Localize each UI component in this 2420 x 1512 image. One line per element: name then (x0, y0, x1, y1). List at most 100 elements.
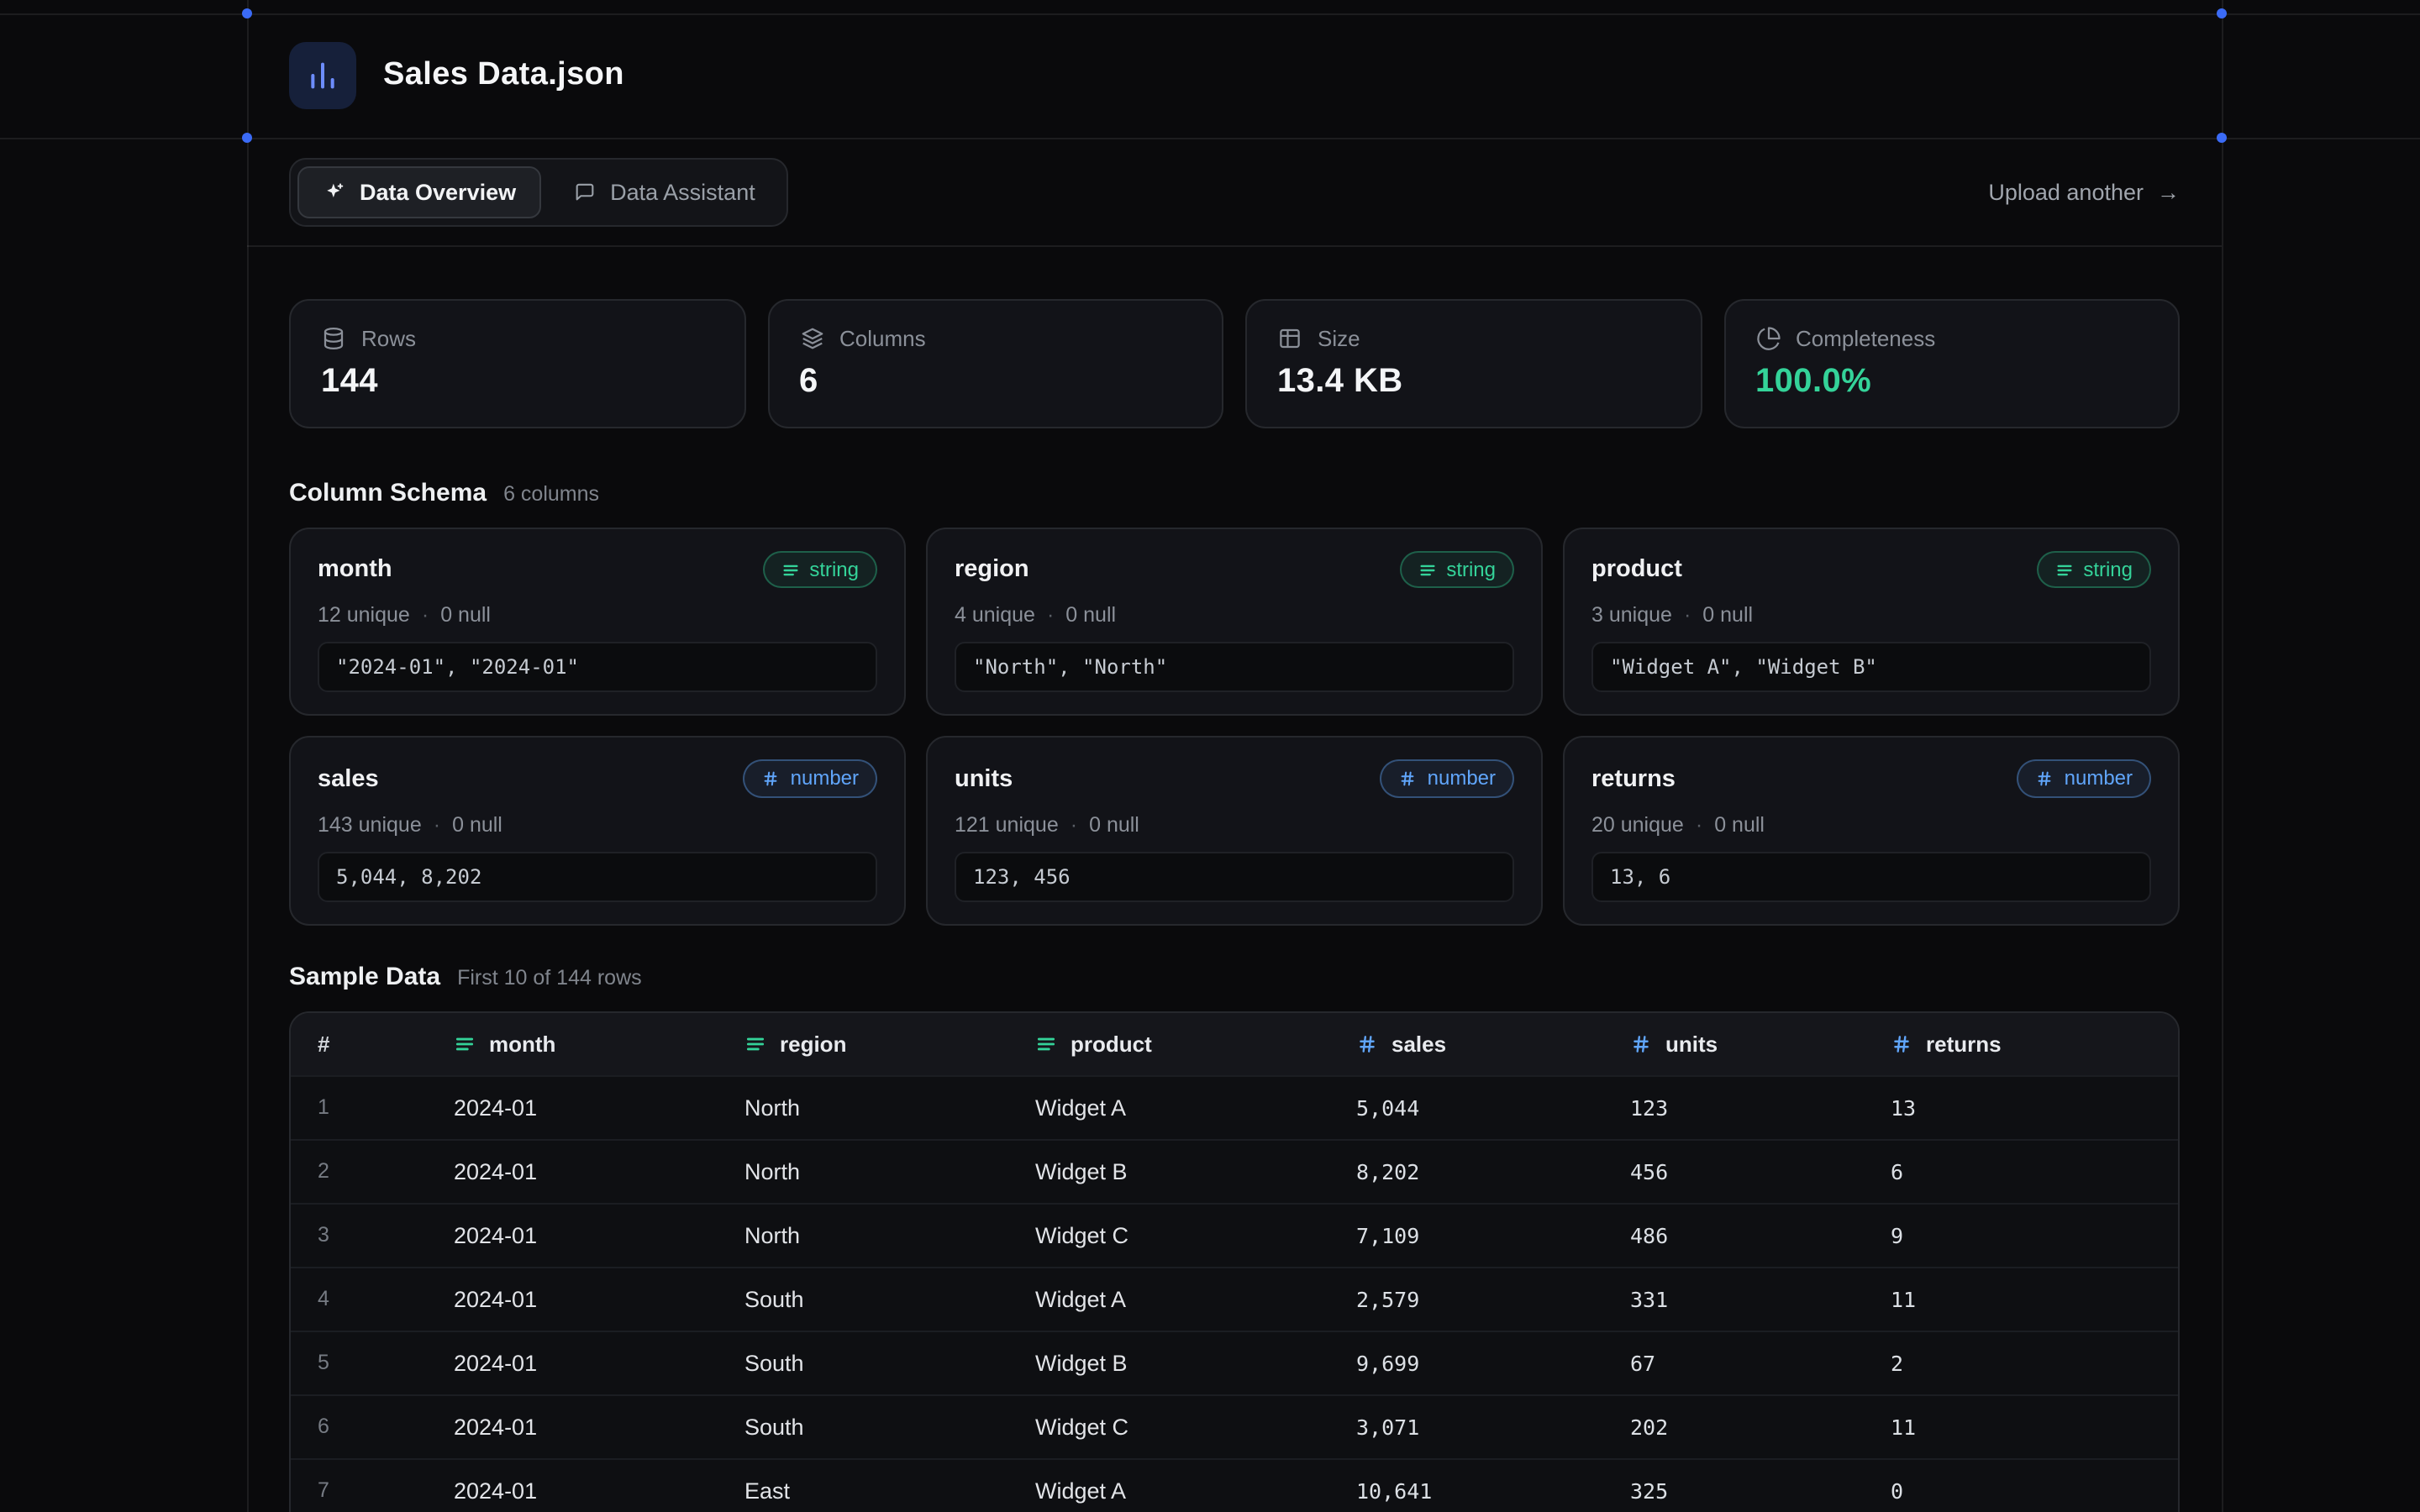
column-stats: 12 unique · 0 null (318, 604, 877, 627)
stat-value: 6 (799, 363, 1192, 402)
table-cell: Widget C (1035, 1415, 1356, 1440)
table-cell: South (744, 1351, 1035, 1376)
stat-card-completeness: Completeness 100.0% (1723, 299, 2180, 428)
table-cell: 2024-01 (454, 1287, 744, 1312)
null-count: 0 null (452, 813, 502, 837)
table-cell: 2,579 (1356, 1287, 1630, 1312)
table-cell: 0 (1891, 1478, 2178, 1504)
table-cell: 2024-01 (454, 1223, 744, 1248)
schema-card-month: month string 12 unique · 0 null "2024-01… (289, 528, 906, 717)
text-lines-icon (454, 1033, 476, 1055)
null-count: 0 null (440, 604, 491, 627)
table-cell: East (744, 1478, 1035, 1504)
column-header-sales: sales (1356, 1032, 1630, 1057)
separator-dot: · (1071, 813, 1077, 837)
column-header-label: product (1071, 1032, 1152, 1057)
table-cell: 8,202 (1356, 1159, 1630, 1184)
section-subtitle: 6 columns (503, 482, 599, 506)
schema-grid: month string 12 unique · 0 null "2024-01… (289, 528, 2180, 926)
column-name: month (318, 556, 392, 583)
stats-row: Rows 144 Columns 6 Size 13.4 KB (289, 299, 2180, 428)
type-badge-number: number (744, 760, 877, 798)
upload-another-label: Upload another (1988, 179, 2144, 204)
tab-data-overview[interactable]: Data Overview (297, 165, 541, 218)
column-header-product: product (1035, 1032, 1356, 1057)
table-cell: 456 (1630, 1159, 1891, 1184)
table-cell: 67 (1630, 1351, 1891, 1376)
sample-values: 123, 456 (955, 852, 1514, 902)
column-name: sales (318, 765, 379, 792)
separator-dot: · (434, 813, 440, 837)
hash-icon (1399, 769, 1418, 788)
hash-icon (762, 769, 781, 788)
schema-card-returns: returns number 20 unique · 0 null 13, 6 (1563, 737, 2180, 926)
type-label: string (2083, 558, 2133, 582)
table-cell: 5 (291, 1352, 454, 1375)
page-title: Sales Data.json (383, 57, 624, 94)
section-subtitle: First 10 of 144 rows (457, 966, 642, 990)
table-cell: Widget A (1035, 1095, 1356, 1121)
stat-label: Completeness (1796, 326, 1935, 351)
table-cell: 486 (1630, 1223, 1891, 1248)
separator-dot: · (1684, 604, 1691, 627)
table-row: 1 2024-01 North Widget A 5,044 123 13 (291, 1075, 2178, 1139)
table-cell: 10,641 (1356, 1478, 1630, 1504)
sample-values: 5,044, 8,202 (318, 852, 877, 902)
unique-count: 4 unique (955, 604, 1035, 627)
schema-card-region: region string 4 unique · 0 null "North",… (926, 528, 1543, 717)
table-cell: 7,109 (1356, 1223, 1630, 1248)
type-label: number (2065, 767, 2133, 791)
column-header-returns: returns (1891, 1032, 2178, 1057)
stat-card-columns: Columns 6 (767, 299, 1223, 428)
text-lines-icon (1418, 560, 1436, 579)
text-lines-icon (744, 1033, 766, 1055)
app-window: Sales Data.json Data Overview Data Assis… (0, 0, 2420, 1512)
stat-label: Rows (361, 326, 416, 351)
type-badge-number: number (2018, 760, 2151, 798)
table-cell: Widget C (1035, 1223, 1356, 1248)
column-stats: 143 unique · 0 null (318, 813, 877, 837)
table-cell: 325 (1630, 1478, 1891, 1504)
column-name: region (955, 556, 1029, 583)
hash-icon (1630, 1033, 1652, 1055)
table-cell: Widget A (1035, 1287, 1356, 1312)
table-cell: 2 (1891, 1351, 2178, 1376)
separator-dot: · (1696, 813, 1702, 837)
table-header: # month region product sales (291, 1013, 2178, 1075)
type-label: number (791, 767, 859, 791)
stat-card-size: Size 13.4 KB (1245, 299, 1702, 428)
type-label: string (1446, 558, 1496, 582)
upload-another-link[interactable]: Upload another → (1988, 179, 2180, 204)
column-name: units (955, 765, 1013, 792)
table-row: 2 2024-01 North Widget B 8,202 456 6 (291, 1139, 2178, 1203)
table-cell: 331 (1630, 1287, 1891, 1312)
hash-icon (2036, 769, 2054, 788)
table-row: 3 2024-01 North Widget C 7,109 486 9 (291, 1203, 2178, 1267)
section-head-sample-data: Sample Data First 10 of 144 rows (289, 963, 2180, 991)
table-cell: North (744, 1159, 1035, 1184)
section-title: Sample Data (289, 963, 440, 991)
file-type-icon (289, 42, 356, 109)
sample-values: 13, 6 (1591, 852, 2151, 902)
table-cell: Widget B (1035, 1159, 1356, 1184)
frame-guide-left (247, 0, 249, 1512)
table-cell: 3 (291, 1224, 454, 1247)
table-cell: 11 (1891, 1287, 2178, 1312)
frame-guide-right (2222, 0, 2223, 1512)
table-cell: 202 (1630, 1415, 1891, 1440)
table-cell: 2024-01 (454, 1415, 744, 1440)
stat-value: 13.4 KB (1277, 363, 1670, 402)
header: Sales Data.json (289, 0, 2180, 138)
text-lines-icon (1035, 1033, 1057, 1055)
sample-values: "Widget A", "Widget B" (1591, 643, 2151, 693)
table-row: 7 2024-01 East Widget A 10,641 325 0 (291, 1458, 2178, 1512)
table-cell: 6 (1891, 1159, 2178, 1184)
tab-data-assistant[interactable]: Data Assistant (548, 165, 781, 218)
null-count: 0 null (1714, 813, 1765, 837)
table-cell: Widget A (1035, 1478, 1356, 1504)
type-badge-string: string (1399, 551, 1514, 589)
layers-icon (799, 326, 824, 351)
chat-bubble-icon (573, 180, 597, 203)
stat-card-rows: Rows 144 (289, 299, 745, 428)
column-stats: 3 unique · 0 null (1591, 604, 2151, 627)
